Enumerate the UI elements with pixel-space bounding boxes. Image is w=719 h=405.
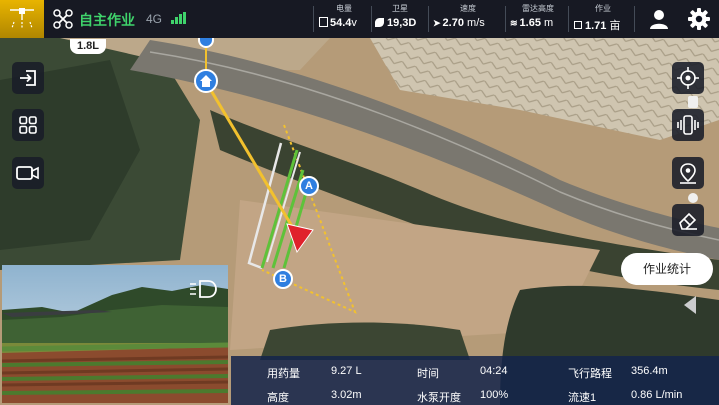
- network-type-label: 4G: [146, 12, 163, 26]
- map-pin-button[interactable]: [672, 157, 704, 189]
- drone-heading-marker: [286, 223, 314, 254]
- layout-grid-button[interactable]: [12, 109, 44, 141]
- satellite-value: 19,3D: [387, 17, 417, 29]
- flight-mode-label: 自主作业: [79, 12, 135, 28]
- grid-icon: [19, 116, 37, 134]
- work-area-unit: 亩: [609, 20, 621, 32]
- drone-icon: [53, 9, 73, 29]
- flight-distance-label: 飞行路程: [568, 368, 612, 380]
- telemetry-panel: 用药量 9.27 L 时间 04:24 飞行路程 356.4m 高度 3.02m…: [231, 356, 719, 405]
- status-divider: [428, 6, 429, 32]
- right-panel-handle[interactable]: [688, 193, 698, 203]
- work-area-label: 作业: [595, 4, 611, 13]
- vibrate-icon: [677, 115, 699, 135]
- app-logo-icon: [10, 8, 34, 29]
- radar-height-value: 1.65: [519, 17, 541, 29]
- radar-icon: ≋: [510, 18, 518, 28]
- radar-height-stat: 雷达高度 ≋ 1.65 m: [510, 4, 566, 34]
- exit-icon: [20, 70, 36, 86]
- home-point-marker[interactable]: [194, 69, 218, 93]
- dosage-label: 用药量: [267, 368, 300, 380]
- satellite-stat: 卫星 19,3D: [375, 4, 425, 34]
- locate-icon: [677, 67, 699, 89]
- waypoint-b-label: B: [279, 273, 287, 285]
- user-icon[interactable]: [648, 8, 670, 30]
- pump-value: 100%: [480, 389, 509, 401]
- speed-value: 2.70: [442, 17, 464, 29]
- waypoint-a-label: A: [305, 180, 313, 192]
- battery-label: 电量: [336, 4, 352, 13]
- flow-value: 0.86 L/min: [631, 389, 683, 401]
- exit-button[interactable]: [12, 62, 44, 94]
- eraser-icon: [679, 212, 697, 230]
- work-area-value: 1.71: [585, 20, 607, 32]
- waypoint-a-marker[interactable]: A: [299, 176, 319, 196]
- work-area-stat: 作业 1.71 亩: [574, 4, 632, 34]
- signal-bars-icon: [171, 12, 186, 24]
- height-value: 3.02m: [331, 389, 362, 401]
- speed-unit: m/s: [467, 17, 485, 29]
- dosage-value: 9.27 L: [331, 365, 362, 377]
- top-status-bar: 自主作业 4G 电量 54.4v 卫星 19,3D 速度 ➤ 2.70 m/s 雷…: [0, 0, 719, 38]
- camera-toggle-icon[interactable]: [188, 278, 218, 300]
- area-icon: [574, 21, 582, 29]
- camera-button[interactable]: [12, 157, 44, 189]
- home-icon: [200, 75, 212, 87]
- speed-icon: ➤: [433, 18, 441, 28]
- speed-stat: 速度 ➤ 2.70 m/s: [433, 4, 503, 34]
- battery-stat: 电量 54.4v: [319, 4, 369, 34]
- app-logo[interactable]: [0, 0, 44, 38]
- gear-icon[interactable]: [688, 8, 710, 30]
- battery-unit: v: [351, 17, 357, 29]
- status-divider: [568, 6, 569, 32]
- eraser-button[interactable]: [672, 204, 704, 236]
- height-label: 高度: [267, 392, 289, 404]
- time-label: 时间: [417, 368, 439, 380]
- locate-button[interactable]: [672, 62, 704, 94]
- satellite-icon: [375, 18, 384, 27]
- battery-value: 54.4: [330, 17, 352, 29]
- vibrate-button[interactable]: [672, 109, 704, 141]
- battery-icon: [319, 17, 328, 27]
- radar-height-label: 雷达高度: [522, 4, 554, 13]
- satellite-label: 卫星: [392, 4, 408, 13]
- camera-icon: [16, 166, 39, 180]
- speed-label: 速度: [460, 4, 476, 13]
- pump-label: 水泵开度: [417, 392, 461, 404]
- work-stats-button[interactable]: 作业统计: [621, 253, 713, 285]
- tank-level-badge: 1.8L: [70, 39, 106, 54]
- waypoint-b-marker[interactable]: B: [273, 269, 293, 289]
- status-divider: [634, 6, 635, 32]
- right-panel-handle[interactable]: [688, 96, 698, 108]
- status-divider: [505, 6, 506, 32]
- collapse-arrow-icon[interactable]: [684, 296, 696, 314]
- flight-distance-value: 356.4m: [631, 365, 668, 377]
- time-value: 04:24: [480, 365, 508, 377]
- map-pin-icon: [680, 163, 696, 184]
- radar-height-unit: m: [544, 17, 554, 29]
- flow-label: 流速1: [568, 392, 597, 404]
- status-divider: [371, 6, 372, 32]
- status-divider: [313, 6, 314, 32]
